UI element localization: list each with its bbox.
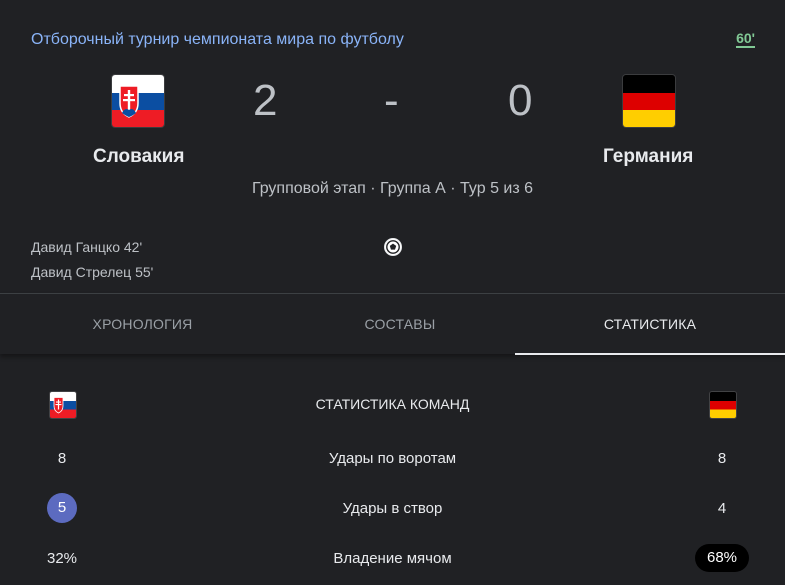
match-stage: Групповой этап · Группа А · Тур 5 из 6 [0,180,785,198]
stat-away-highlight: 68% [695,544,749,572]
match-header: Отборочный турнир чемпионата мира по фут… [0,0,785,293]
soccer-ball-icon [383,237,403,257]
stat-away-value: 4 [717,500,727,517]
stat-away-value: 8 [717,450,727,467]
stats-title: СТАТИСТИКА КОМАНД [315,396,470,412]
slovakia-flag-icon [112,75,164,127]
live-minute: 60' [736,30,755,48]
stat-label: Удары в створ [342,500,443,517]
germany-flag-icon [710,392,736,418]
stat-label: Удары по воротам [328,450,457,467]
away-score: 0 [508,76,533,125]
tab-timeline[interactable]: ХРОНОЛОГИЯ [0,294,285,354]
goal-scorer: Давид Стрелец 55' [31,264,154,280]
tournament-link[interactable]: Отборочный турнир чемпионата мира по фут… [31,31,404,49]
tab-statistics[interactable]: СТАТИСТИКА [515,294,785,355]
home-team-name[interactable]: Словакия [93,146,184,168]
home-score: 2 [253,76,278,125]
match-tabs: ХРОНОЛОГИЯ СОСТАВЫ СТАТИСТИКА [0,293,785,355]
away-team-name[interactable]: Германия [603,146,693,168]
tab-lineups[interactable]: СОСТАВЫ [285,294,515,354]
germany-flag-icon [623,75,675,127]
stage-text: Групповой этап · Группа А · Тур 5 из 6 [251,180,534,197]
score-separator: - [384,76,399,125]
goal-scorer: Давид Ганцко 42' [31,239,143,255]
stat-label: Владение мячом [333,550,452,567]
